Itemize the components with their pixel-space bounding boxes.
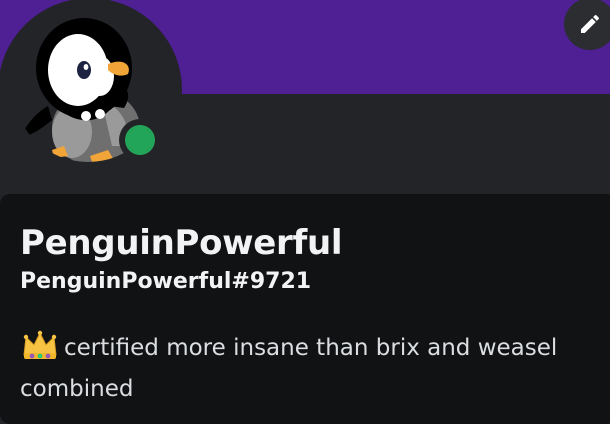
profile-bio: certified more insane than brix and weas… bbox=[20, 329, 600, 407]
display-name: PenguinPowerful bbox=[20, 223, 343, 263]
avatar-container[interactable] bbox=[0, 0, 182, 182]
bio-text: certified more insane than brix and weas… bbox=[20, 335, 558, 402]
pencil-icon bbox=[581, 14, 600, 34]
crown-emoji bbox=[20, 329, 60, 372]
username-tag[interactable]: PenguinPowerful#9721 bbox=[20, 269, 311, 294]
edit-profile-button[interactable] bbox=[564, 0, 610, 50]
online-status-dot bbox=[119, 119, 161, 161]
